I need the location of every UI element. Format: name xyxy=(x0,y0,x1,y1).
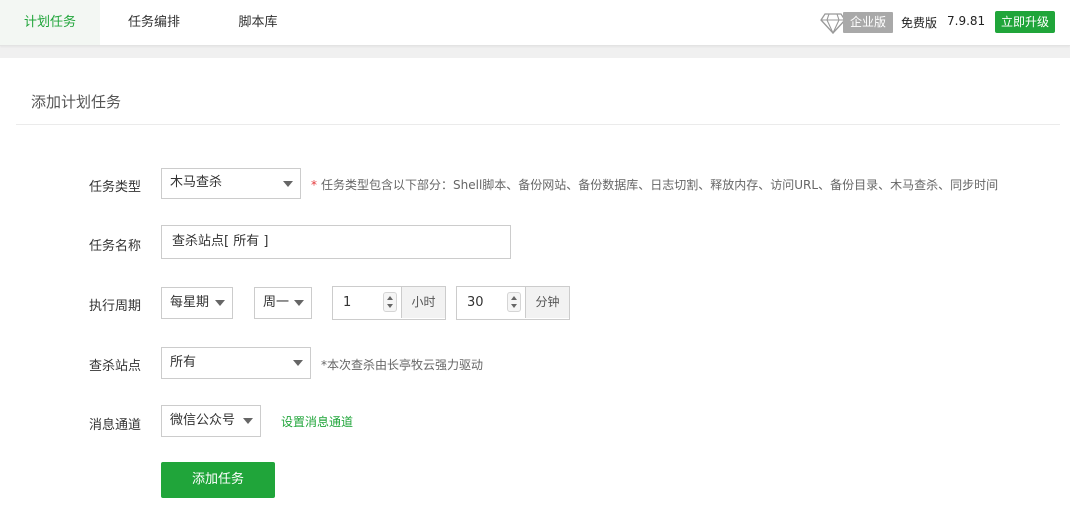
chevron-down-icon xyxy=(243,418,253,424)
minute-unit: 分钟 xyxy=(525,287,569,318)
chevron-down-icon xyxy=(215,300,225,306)
weekday-select[interactable]: 周一 xyxy=(254,287,312,319)
weekday-value: 周一 xyxy=(263,295,290,310)
scan-site-label: 查杀站点 xyxy=(88,359,141,374)
add-task-panel: 添加计划任务 任务类型 木马查杀 * 任务类型包含以下部分：Shell脚本、备份网… xyxy=(0,58,1070,528)
minute-input[interactable]: 30 分钟 xyxy=(456,286,570,320)
task-name-label: 任务名称 xyxy=(88,239,141,254)
required-star: * xyxy=(311,178,317,192)
message-channel-select[interactable]: 微信公众号 xyxy=(161,405,261,437)
chevron-down-icon xyxy=(294,300,304,306)
arrow-down-icon xyxy=(387,304,393,308)
panel-divider xyxy=(16,124,1060,125)
task-type-hint-text: 任务类型包含以下部分：Shell脚本、备份网站、备份数据库、日志切割、释放内存、… xyxy=(321,178,999,192)
hour-spinner[interactable] xyxy=(383,292,397,312)
upgrade-button[interactable]: 立即升级 xyxy=(995,11,1055,33)
period-label: 执行周期 xyxy=(88,299,141,314)
arrow-up-icon xyxy=(511,296,517,300)
chevron-down-icon xyxy=(283,181,293,187)
version-number: 7.9.81 xyxy=(947,14,986,28)
scan-site-select[interactable]: 所有 xyxy=(161,347,311,379)
hour-value: 1 xyxy=(343,295,352,310)
tab-task-orchestration[interactable]: 任务编排 xyxy=(104,0,204,45)
arrow-down-icon xyxy=(511,304,517,308)
message-channel-value: 微信公众号 xyxy=(170,413,236,428)
tab-scheduled-tasks[interactable]: 计划任务 xyxy=(0,0,100,45)
edition-label: 免费版 xyxy=(901,16,938,30)
period-cycle-value: 每星期 xyxy=(170,295,210,310)
minute-value: 30 xyxy=(467,295,484,310)
task-type-label: 任务类型 xyxy=(88,180,141,195)
enterprise-badge[interactable]: 企业版 xyxy=(843,12,893,33)
task-type-select[interactable]: 木马查杀 xyxy=(161,168,301,199)
hour-unit: 小时 xyxy=(401,287,445,318)
task-name-input[interactable]: 查杀站点[ 所有 ] xyxy=(161,225,511,259)
hour-input[interactable]: 1 小时 xyxy=(332,286,446,320)
add-task-button[interactable]: 添加任务 xyxy=(161,462,275,498)
period-cycle-select[interactable]: 每星期 xyxy=(161,287,233,319)
scan-site-value: 所有 xyxy=(170,355,197,370)
tab-script-library[interactable]: 脚本库 xyxy=(208,0,308,45)
task-type-value: 木马查杀 xyxy=(170,175,223,190)
scan-site-hint: *本次查杀由长亭牧云强力驱动 xyxy=(321,358,484,372)
message-channel-label: 消息通道 xyxy=(88,418,141,433)
set-message-channel-link[interactable]: 设置消息通道 xyxy=(281,413,353,430)
top-nav-bar: 计划任务 任务编排 脚本库 企业版 免费版 7.9.81 立即升级 xyxy=(0,0,1070,46)
arrow-up-icon xyxy=(387,296,393,300)
panel-title: 添加计划任务 xyxy=(31,93,122,111)
task-type-hint: * 任务类型包含以下部分：Shell脚本、备份网站、备份数据库、日志切割、释放内存… xyxy=(311,176,998,193)
chevron-down-icon xyxy=(293,360,303,366)
minute-spinner[interactable] xyxy=(507,292,521,312)
